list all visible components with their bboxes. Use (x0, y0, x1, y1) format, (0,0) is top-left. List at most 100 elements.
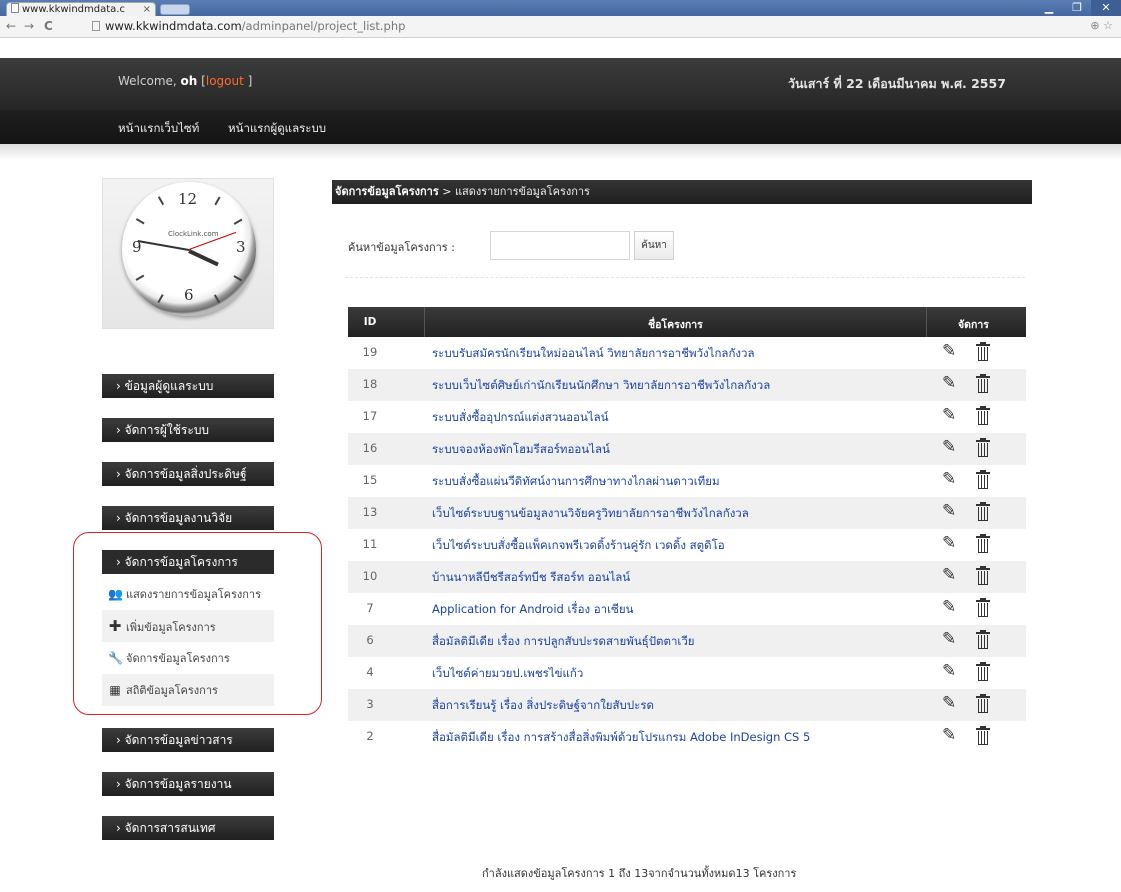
project-name-link[interactable]: Application for Android เรื่อง อาเซียน (432, 601, 633, 619)
table-row: 11 เว็บไซต์ระบบสั่งซื้อแพ็คเกจพรีเวดดิ้ง… (348, 529, 1026, 561)
analog-clock: 12 3 6 9 ClockLink.com (122, 182, 256, 316)
menu-admin-home-link[interactable]: หน้าแรกผู้ดูแลระบบ (228, 120, 326, 138)
search-button[interactable]: ค้นหา (634, 231, 674, 260)
menu-home-link[interactable]: หน้าแรกเว็บไซท์ (118, 120, 199, 138)
column-separator (424, 307, 425, 337)
clock-minute-hand (137, 239, 190, 251)
project-name-link[interactable]: สื่อมัลติมีเดีย เรื่อง การปลูกสับปะรดสาย… (432, 633, 695, 651)
maximize-icon[interactable]: ❐ (1063, 0, 1091, 16)
edit-pencil-icon[interactable]: ✎ (942, 629, 956, 649)
project-name-link[interactable]: ระบบจองห้องพักโฮมรีสอร์ทออนไลน์ (432, 441, 610, 459)
row-id: 7 (366, 601, 374, 615)
table-row: 13 เว็บไซต์ระบบฐานข้อมูลงานวิจัยครูวิทยา… (348, 497, 1026, 529)
project-name-link[interactable]: ระบบเว็บไซต์ศิษย์เก่านักเรียนนักศึกษา วิ… (432, 377, 770, 395)
search-label: ค้นหาข้อมูลโครงการ : (348, 241, 455, 254)
project-name-link[interactable]: เว็บไซต์ระบบฐานข้อมูลงานวิจัยครูวิทยาลัย… (432, 505, 749, 523)
row-id: 4 (366, 665, 374, 679)
edit-pencil-icon[interactable]: ✎ (942, 533, 956, 553)
trash-icon[interactable] (976, 438, 990, 458)
project-name-link[interactable]: เว็บไซต์ค่ายมวยป.เพชรไข่แก้ว (432, 665, 583, 683)
row-id: 3 (366, 697, 374, 711)
edit-pencil-icon[interactable]: ✎ (942, 725, 956, 745)
forward-icon[interactable]: → (24, 19, 34, 33)
table-header: ID ชื่อโครงการ จัดการ (348, 307, 1026, 337)
project-name-link[interactable]: ระบบรับสมัครนักเรียนใหม่ออนไลน์ วิทยาลัย… (432, 345, 755, 363)
row-id: 6 (366, 633, 374, 647)
table-row: 18 ระบบเว็บไซต์ศิษย์เก่านักเรียนนักศึกษา… (348, 369, 1026, 401)
welcome-prefix: Welcome, (118, 74, 177, 88)
window-controls: ▁ ❐ ✕ (1035, 0, 1121, 16)
row-id: 2 (366, 729, 374, 743)
edit-pencil-icon[interactable]: ✎ (942, 405, 956, 425)
sidebar-item-news[interactable]: › จัดการข้อมูลข่าวสาร (102, 728, 274, 752)
trash-icon[interactable] (976, 374, 990, 394)
divider (345, 277, 1025, 278)
sidebar-item-research[interactable]: › จัดการข้อมูลงานวิจัย (102, 506, 274, 530)
edit-pencil-icon[interactable]: ✎ (942, 597, 956, 617)
back-icon[interactable]: ← (6, 19, 16, 33)
sidebar-item-users[interactable]: › จัดการผู้ใช้ระบบ (102, 418, 274, 442)
column-id: ID (363, 316, 377, 328)
edit-pencil-icon[interactable]: ✎ (942, 469, 956, 489)
logout-link[interactable]: logout (206, 74, 244, 88)
trash-icon[interactable] (976, 406, 990, 426)
edit-pencil-icon[interactable]: ✎ (942, 565, 956, 585)
sidebar-item-inventions[interactable]: › จัดการข้อมูลสิ่งประดิษฐ์ (102, 462, 274, 486)
column-name: ชื่อโครงการ (648, 319, 703, 331)
sidebar-item-admin-info[interactable]: › ข้อมูลผู้ดูแลระบบ (102, 374, 274, 398)
trash-icon[interactable] (976, 694, 990, 714)
zoom-star-icons[interactable]: ⊕ ☆ (1090, 19, 1113, 32)
clock-tick (135, 275, 145, 281)
minimize-icon[interactable]: ▁ (1035, 0, 1063, 16)
tab-title: www.kkwindmdata.c (22, 4, 125, 15)
project-name-link[interactable]: ระบบสั่งซื้ออุปกรณ์แต่งสวนออนไลน์ (432, 409, 609, 427)
trash-icon[interactable] (976, 630, 990, 650)
browser-tab[interactable]: www.kkwindmdata.c × (6, 2, 156, 16)
trash-icon[interactable] (976, 726, 990, 746)
pagination-summary: กำลังแสดงข้อมูลโครงการ 1 ถึง 13จากจำนวนท… (482, 867, 797, 880)
table-row: 3 สื่อการเรียนรู้ เรื่อง สิ่งประดิษฐ์จาก… (348, 689, 1026, 721)
sidebar-item-information[interactable]: › จัดการสารสนเทศ (102, 816, 274, 840)
trash-icon[interactable] (976, 534, 990, 554)
row-id: 15 (362, 473, 378, 487)
trash-icon[interactable] (976, 566, 990, 586)
tab-close-icon[interactable]: × (143, 3, 151, 16)
edit-pencil-icon[interactable]: ✎ (942, 501, 956, 521)
trash-icon[interactable] (976, 598, 990, 618)
clock-tick (214, 196, 221, 206)
trash-icon[interactable] (976, 662, 990, 682)
edit-pencil-icon[interactable]: ✎ (942, 693, 956, 713)
project-name-link[interactable]: บ้านนาหลีบีชรีสอร์ทบีช รีสอร์ท ออนไลน์ (432, 569, 630, 587)
trash-icon[interactable] (976, 342, 990, 362)
edit-pencil-icon[interactable]: ✎ (942, 341, 956, 361)
edit-pencil-icon[interactable]: ✎ (942, 661, 956, 681)
project-name-link[interactable]: ระบบสั่งซื้อแผ่นวีดิทัศน์งานการศึกษาทางไ… (432, 473, 720, 491)
trash-icon[interactable] (976, 502, 990, 522)
search-input[interactable] (490, 231, 630, 260)
clock-tick (157, 294, 164, 303)
project-name-link[interactable]: สื่อมัลติมีเดีย เรื่อง การสร้างสื่อสิ่งพ… (432, 729, 810, 747)
row-id: 13 (362, 505, 378, 519)
project-name-link[interactable]: สื่อการเรียนรู้ เรื่อง สิ่งประดิษฐ์จากใย… (432, 697, 654, 715)
breadcrumb: จัดการข้อมูลโครงการ > แสดงรายการข้อมูลโค… (332, 180, 1032, 204)
clock-brand: ClockLink.com (168, 230, 219, 238)
table-row: 17 ระบบสั่งซื้ออุปกรณ์แต่งสวนออนไลน์ ✎ (348, 401, 1026, 433)
reload-icon[interactable]: C (44, 19, 53, 33)
edit-pencil-icon[interactable]: ✎ (942, 373, 956, 393)
close-window-icon[interactable]: ✕ (1091, 0, 1121, 16)
breadcrumb-current-section[interactable]: จัดการข้อมูลโครงการ (335, 185, 439, 198)
row-id: 16 (362, 441, 378, 455)
sidebar-item-reports[interactable]: › จัดการข้อมูลรายงาน (102, 772, 274, 796)
new-tab-button[interactable] (160, 4, 190, 15)
project-name-link[interactable]: เว็บไซต์ระบบสั่งซื้อแพ็คเกจพรีเวดดิ้งร้า… (432, 537, 725, 555)
table-row: 2 สื่อมัลติมีเดีย เรื่อง การสร้างสื่อสิ่… (348, 721, 1026, 753)
trash-icon[interactable] (976, 470, 990, 490)
clock-tick (233, 275, 243, 281)
highlight-oval (73, 532, 322, 715)
address-bar[interactable]: www.kkwindmdata.com/adminpanel/project_l… (92, 19, 405, 33)
clock-number-6: 6 (184, 286, 194, 304)
main-menu: หน้าแรกเว็บไซท์ หน้าแรกผู้ดูแลระบบ (0, 110, 1121, 144)
column-separator (926, 307, 927, 337)
edit-pencil-icon[interactable]: ✎ (942, 437, 956, 457)
table-row: 19 ระบบรับสมัครนักเรียนใหม่ออนไลน์ วิทยา… (348, 337, 1026, 369)
